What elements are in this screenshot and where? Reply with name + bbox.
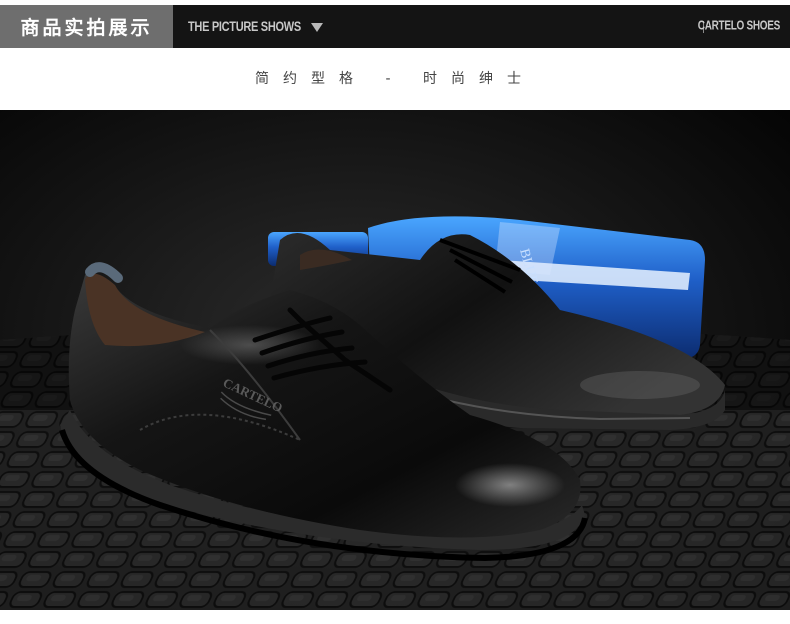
product-tagline: 简约型格 - 时尚绅士: [255, 71, 535, 87]
triangle-down-icon: [311, 23, 323, 32]
brand-name: CARTELO SHOES: [697, 19, 781, 34]
product-photo: BLUE CARTELO: [0, 110, 790, 610]
section-subtitle: THE PICTURE SHOWS: [188, 19, 301, 34]
section-title: 商品实拍展示: [0, 5, 173, 48]
section-header-bar: 商品实拍展示 THE PICTURE SHOWS CARTELO SHOES: [0, 5, 790, 48]
